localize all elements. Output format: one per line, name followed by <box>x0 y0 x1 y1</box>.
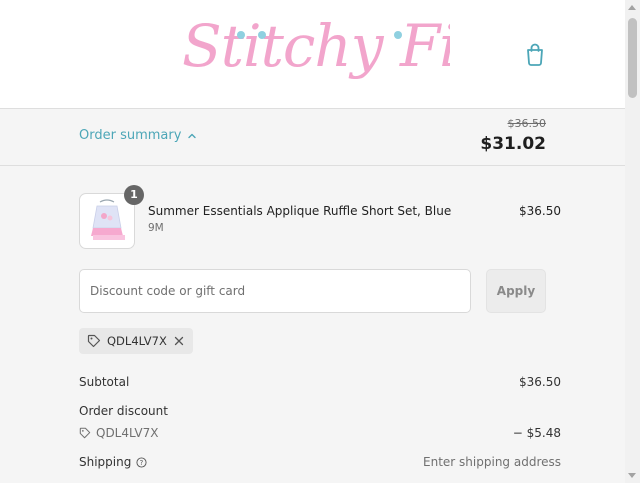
logo-graphic: Stitchy Fish <box>182 12 450 80</box>
order-discount-code: QDL4LV7X <box>96 426 159 440</box>
order-discount-code-row: QDL4LV7X <box>79 426 158 440</box>
order-summary-toggle[interactable]: Order summary <box>79 128 197 143</box>
quantity-badge: 1 <box>124 185 144 205</box>
scroll-up-arrow[interactable] <box>628 5 636 10</box>
product-name: Summer Essentials Applique Ruffle Short … <box>148 204 452 218</box>
logo-dot <box>394 31 402 39</box>
cart-button[interactable] <box>524 42 546 66</box>
order-summary-bar: Order summary $36.50 $31.02 <box>0 109 625 166</box>
scroll-thumb[interactable] <box>628 18 637 98</box>
applied-discount-chip: QDL4LV7X <box>79 328 193 354</box>
order-total: $31.02 <box>480 134 546 154</box>
logo-dot <box>237 31 245 39</box>
order-summary-label: Order summary <box>79 128 182 143</box>
help-icon[interactable]: ? <box>136 456 147 468</box>
tag-icon <box>87 334 101 348</box>
remove-discount-button[interactable] <box>173 335 185 347</box>
chevron-up-icon <box>188 133 197 138</box>
logo-dot <box>258 31 266 39</box>
apply-discount-button[interactable]: Apply <box>486 269 546 313</box>
tag-icon <box>79 427 91 439</box>
scroll-down-arrow[interactable] <box>628 473 636 478</box>
shopping-bag-icon <box>527 43 543 66</box>
shipping-value: Enter shipping address <box>423 455 561 469</box>
logo-text: Stitchy Fish <box>182 12 450 80</box>
product-price: $36.50 <box>519 204 561 218</box>
close-icon <box>174 336 183 346</box>
subtotal-label: Subtotal <box>79 375 130 389</box>
product-variant: 9M <box>148 222 164 234</box>
store-header: Stitchy Fish <box>0 0 625 109</box>
original-total: $36.50 <box>507 117 547 130</box>
order-discount-value: − $5.48 <box>512 426 561 440</box>
svg-text:?: ? <box>140 458 144 466</box>
order-discount-label: Order discount <box>79 404 168 418</box>
stitchy-fish-logo[interactable]: Stitchy Fish <box>180 8 450 88</box>
vertical-scrollbar[interactable] <box>625 0 640 483</box>
shipping-label: Shipping <box>79 455 132 469</box>
product-image <box>91 199 125 240</box>
applied-discount-code: QDL4LV7X <box>107 334 167 348</box>
subtotal-value: $36.50 <box>519 375 561 389</box>
shipping-row-label: Shipping ? <box>79 455 147 469</box>
discount-code-input[interactable] <box>79 269 471 313</box>
product-thumbnail: 1 <box>79 185 144 249</box>
